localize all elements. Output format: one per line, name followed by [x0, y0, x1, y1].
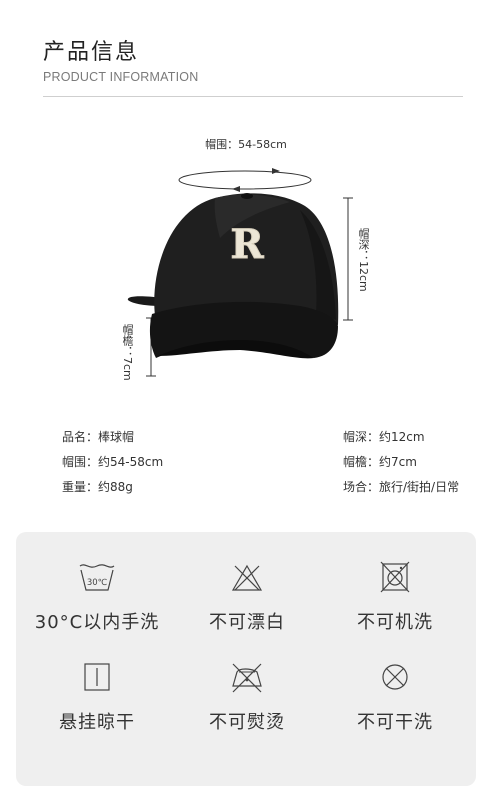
- care-item-hang-dry: 悬挂晾干: [22, 660, 172, 734]
- brim-label: 帽檐：7cm: [121, 324, 134, 381]
- care-label: 不可漂白: [209, 612, 285, 633]
- wash-30c-icon: 30℃: [79, 564, 115, 591]
- spec-name: 品名：棒球帽: [62, 430, 135, 444]
- care-label: 悬挂晾干: [59, 712, 135, 733]
- spec-weight: 重量：约88g: [62, 480, 133, 494]
- page-subtitle: PRODUCT INFORMATION: [43, 70, 199, 84]
- no-machine-wash-icon: [380, 561, 410, 593]
- care-instructions-panel: 30℃ 30°C以内手洗 不可漂白 不可机洗 悬挂晾干 不可熨烫 不可干洗: [16, 532, 476, 786]
- cap-diagram: 帽围：54-58cm R 帽深：12cm 帽檐：7cm: [0, 120, 492, 400]
- page-title: 产品信息: [43, 40, 140, 65]
- care-label: 不可干洗: [357, 712, 433, 733]
- care-item-no-dry-clean: 不可干洗: [320, 660, 470, 734]
- spec-depth: 帽深：约12cm: [343, 430, 425, 444]
- spec-occasion: 场合：旅行/街拍/日常: [343, 480, 460, 494]
- care-item-no-machine-wash: 不可机洗: [320, 560, 470, 634]
- care-label: 不可机洗: [357, 612, 433, 633]
- arrow-bottom: [232, 186, 240, 192]
- care-label: 30°C以内手洗: [34, 612, 160, 633]
- circumference-ring: [178, 170, 312, 190]
- care-item-hand-wash: 30℃ 30°C以内手洗: [22, 560, 172, 634]
- hang-dry-icon: [84, 663, 110, 691]
- cap-illustration: R: [127, 168, 353, 377]
- no-bleach-icon: [231, 564, 263, 591]
- divider: [43, 96, 463, 97]
- depth-label: 帽深：12cm: [357, 228, 370, 292]
- spec-brim: 帽檐：约7cm: [343, 455, 417, 469]
- no-iron-icon: [232, 663, 262, 693]
- arrow-top: [272, 168, 280, 174]
- care-item-no-iron: 不可熨烫: [172, 660, 322, 734]
- care-label: 不可熨烫: [209, 712, 285, 733]
- no-dry-clean-icon: [382, 664, 408, 690]
- svg-text:30℃: 30℃: [87, 578, 108, 588]
- spec-circumference: 帽围：约54-58cm: [62, 455, 164, 469]
- care-item-no-bleach: 不可漂白: [172, 560, 322, 634]
- logo-letter: R: [230, 221, 264, 268]
